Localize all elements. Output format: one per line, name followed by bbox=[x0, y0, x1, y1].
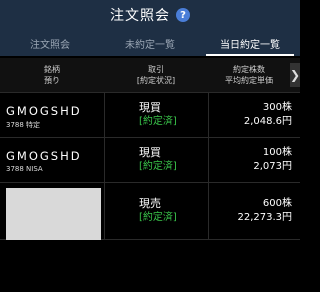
column-header-security: 銘柄 預り bbox=[0, 58, 104, 92]
column-header-status-label: [約定状況] bbox=[136, 76, 176, 85]
column-header-quantity-label: 約定株数 bbox=[233, 65, 265, 74]
table-row[interactable]: GMOGSHD 3788 特定 現買 [約定済] 300株 2,048.6円 bbox=[0, 92, 300, 137]
column-header-quantity: 約定株数 平均約定単価 bbox=[208, 58, 290, 92]
table-row[interactable]: 現売 [約定済] 600株 22,273.3円 bbox=[0, 182, 300, 240]
tab-order-inquiry[interactable]: 注文照会 bbox=[0, 30, 100, 56]
title-bar: 注文照会 ? bbox=[0, 0, 300, 30]
security-code-account: 3788 NISA bbox=[6, 165, 43, 173]
executed-quantity: 100株 bbox=[262, 147, 292, 158]
column-header-custody-label: 預り bbox=[44, 76, 60, 85]
trade-side: 現売 bbox=[139, 197, 161, 210]
trade-side: 現買 bbox=[139, 146, 161, 159]
column-header-price-label: 平均約定単価 bbox=[225, 76, 273, 85]
help-icon[interactable]: ? bbox=[176, 8, 190, 22]
quantity-cell: 300株 2,048.6円 bbox=[208, 93, 292, 137]
security-cell: GMOGSHD 3788 特定 bbox=[0, 93, 104, 137]
trade-cell: 現買 [約定済] bbox=[104, 138, 208, 182]
table-row[interactable]: GMOGSHD 3788 NISA 現買 [約定済] 100株 2,073円 bbox=[0, 137, 300, 182]
security-name: GMOGSHD bbox=[6, 104, 82, 118]
trade-side: 現買 bbox=[139, 101, 161, 114]
redacted-block bbox=[6, 188, 101, 240]
column-header-trade-label: 取引 bbox=[148, 65, 164, 74]
security-cell bbox=[0, 183, 104, 240]
average-price: 2,048.6円 bbox=[243, 116, 292, 127]
average-price: 2,073円 bbox=[253, 161, 292, 172]
tab-unexecuted-list[interactable]: 未約定一覧 bbox=[100, 30, 200, 56]
average-price: 22,273.3円 bbox=[237, 212, 292, 223]
quantity-cell: 600株 22,273.3円 bbox=[208, 183, 292, 239]
tab-bar: 注文照会 未約定一覧 当日約定一覧 bbox=[0, 30, 300, 56]
execution-status: [約定済] bbox=[139, 116, 177, 127]
trade-cell: 現買 [約定済] bbox=[104, 93, 208, 137]
column-header: 銘柄 預り 取引 [約定状況] 約定株数 平均約定単価 ❯ bbox=[0, 58, 300, 92]
execution-status: [約定済] bbox=[139, 212, 177, 223]
scroll-right-icon[interactable]: ❯ bbox=[290, 63, 300, 87]
execution-status: [約定済] bbox=[139, 161, 177, 172]
security-cell: GMOGSHD 3788 NISA bbox=[0, 138, 104, 182]
executed-quantity: 300株 bbox=[262, 102, 292, 113]
page-title: 注文照会 bbox=[110, 8, 170, 24]
security-name: GMOGSHD bbox=[6, 149, 82, 163]
column-header-security-label: 銘柄 bbox=[44, 65, 60, 74]
executed-quantity: 600株 bbox=[262, 198, 292, 209]
column-header-trade: 取引 [約定状況] bbox=[104, 58, 208, 92]
security-code-account: 3788 特定 bbox=[6, 121, 41, 129]
quantity-cell: 100株 2,073円 bbox=[208, 138, 292, 182]
tab-today-executions[interactable]: 当日約定一覧 bbox=[200, 30, 300, 56]
trade-cell: 現売 [約定済] bbox=[104, 183, 208, 239]
